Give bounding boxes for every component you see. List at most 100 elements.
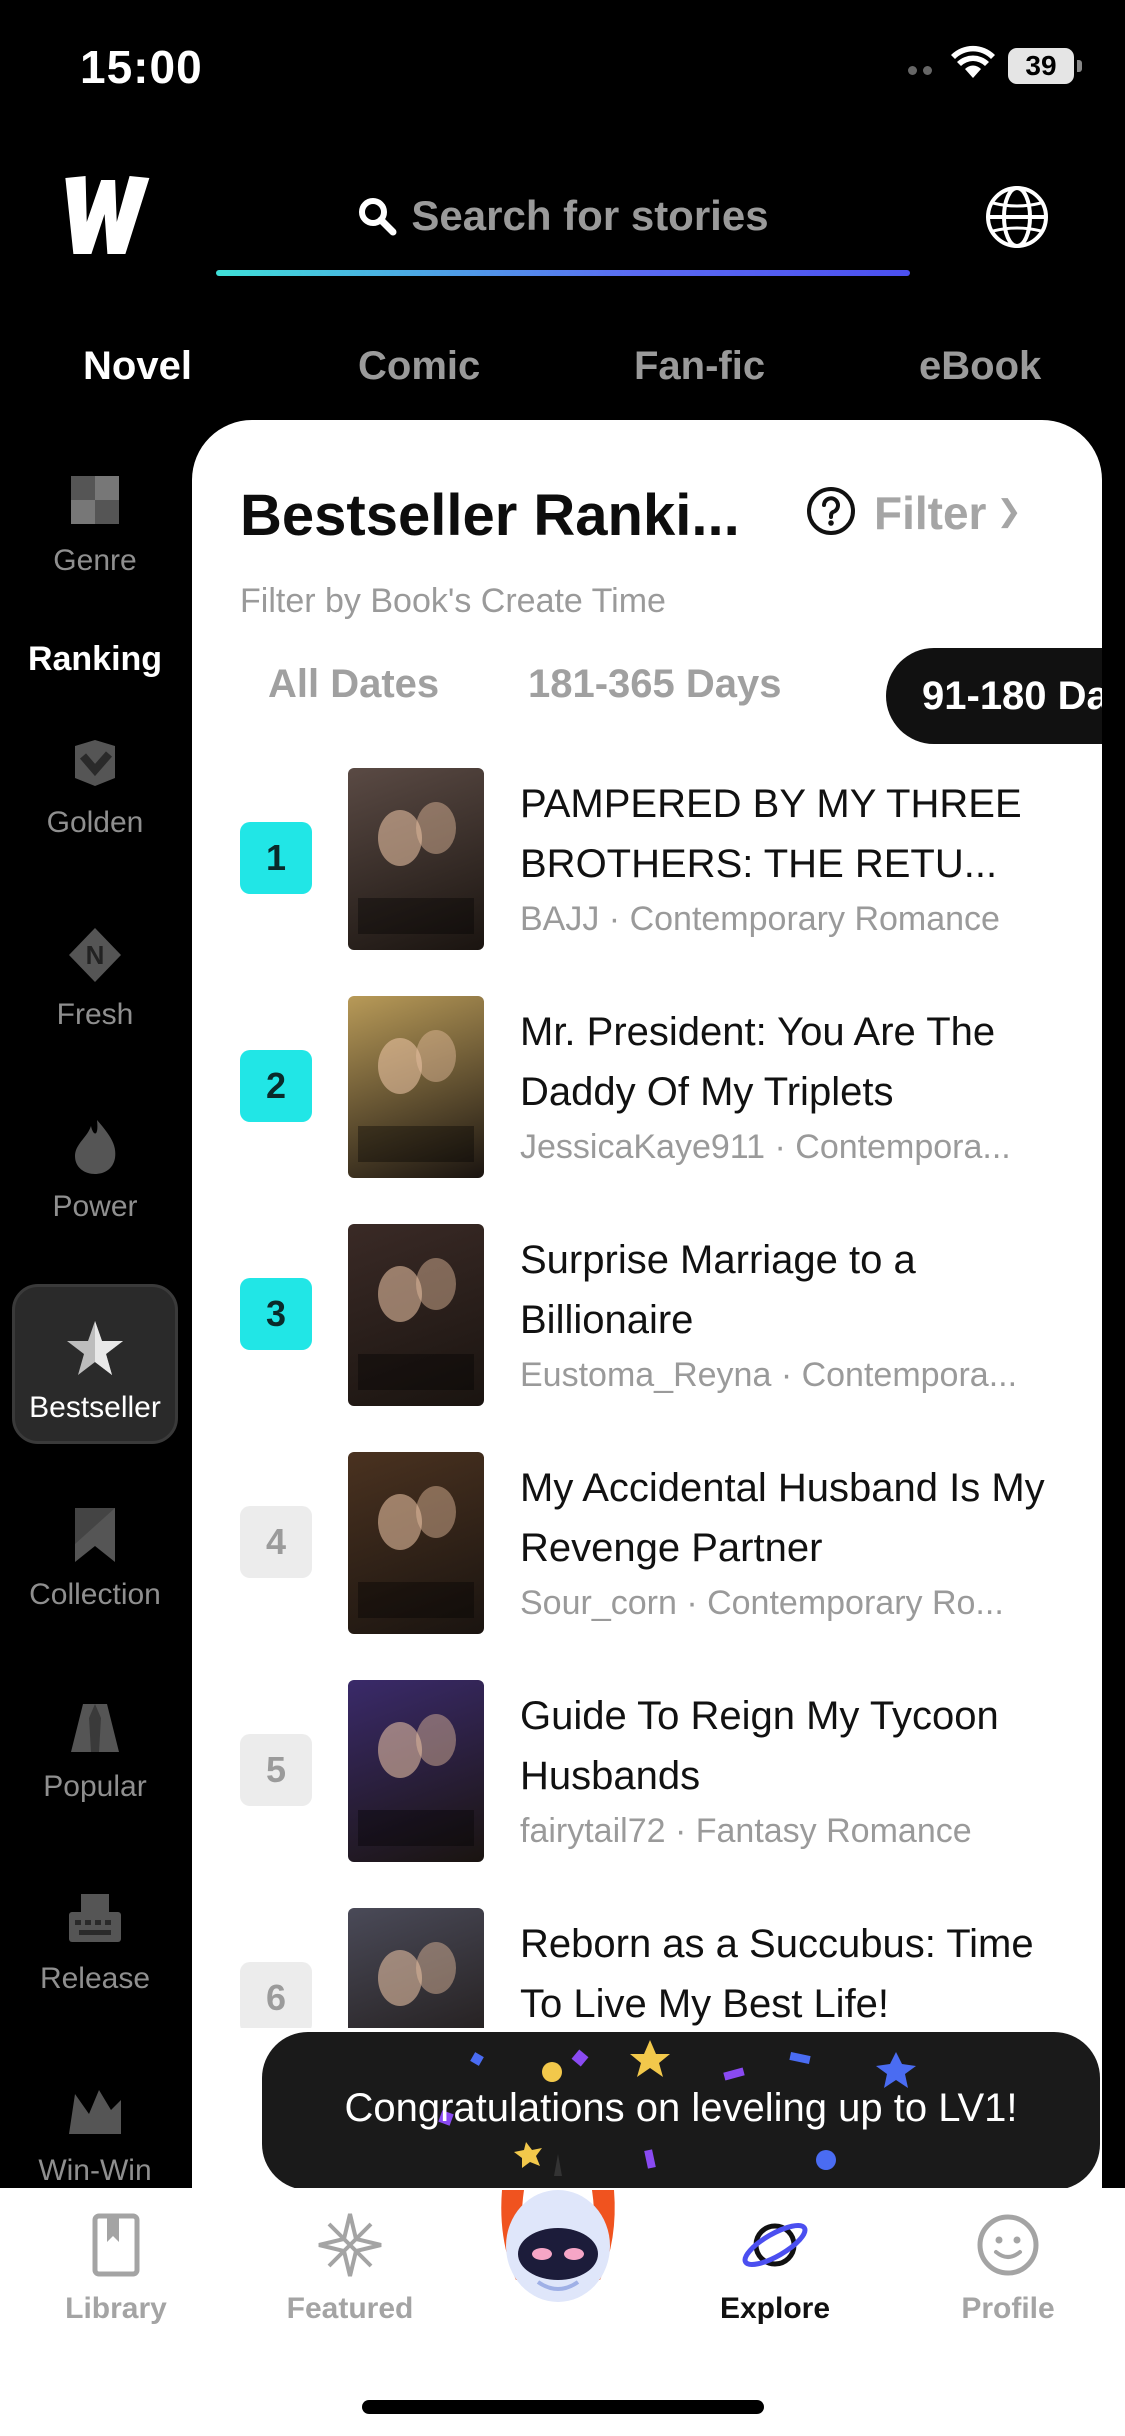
tab-all-dates[interactable]: All Dates xyxy=(268,662,439,707)
star-icon xyxy=(67,1321,123,1375)
app-logo-icon xyxy=(65,176,150,254)
meta-separator: · xyxy=(665,1812,696,1850)
search-placeholder[interactable]: Search for stories xyxy=(216,192,910,240)
nav-label: Library xyxy=(65,2292,167,2325)
battery-tip xyxy=(1077,60,1082,72)
sidebar-item-golden[interactable]: Golden xyxy=(12,702,178,862)
chevron-down-icon: ❯ xyxy=(996,495,1022,528)
flame-icon xyxy=(75,1120,116,1174)
nav-library[interactable]: Library xyxy=(26,2212,206,2326)
sidebar-item-fresh[interactable]: N Fresh xyxy=(12,894,178,1054)
popular-icon xyxy=(71,1704,119,1752)
rank-badge: 3 xyxy=(240,1278,312,1350)
book-cover[interactable] xyxy=(348,768,484,950)
date-filter-tabs: All Dates 181-365 Days 91-180 Days xyxy=(240,648,1102,744)
book-row[interactable]: 1 PAMPERED BY MY THREE BROTHERS: THE RETU… xyxy=(192,768,1102,996)
filter-button[interactable]: Filter ❯ xyxy=(874,486,1022,540)
book-title[interactable]: My Accidental Husband Is My Revenge Part… xyxy=(520,1458,1080,1578)
rank-badge: 5 xyxy=(240,1734,312,1806)
rank-badge: 4 xyxy=(240,1506,312,1578)
sidebar-item-release[interactable]: Release xyxy=(12,1858,178,2018)
book-row[interactable]: 6 Reborn as a Succubus: Time To Live My B… xyxy=(192,1908,1102,2028)
sidebar-item-label: Golden xyxy=(46,806,144,839)
nav-label: Featured xyxy=(286,2292,414,2325)
book-row[interactable]: 4 My Accidental Husband Is My Revenge Par… xyxy=(192,1452,1102,1680)
sidebar-item-label: Genre xyxy=(53,544,137,577)
toast-message: Congratulations on leveling up to LV1! xyxy=(344,2086,1018,2130)
sidebar-item-label: Release xyxy=(39,1962,151,1995)
meta-separator: · xyxy=(599,900,630,938)
filter-label: Filter xyxy=(874,487,987,539)
home-indicator xyxy=(362,2400,764,2414)
sidebar: Genre Ranking Golden N Fresh Power Bests… xyxy=(0,440,190,2180)
book-author: BAJJ xyxy=(520,900,600,938)
rank-badge: 1 xyxy=(240,822,312,894)
sidebar-item-power[interactable]: Power xyxy=(12,1086,178,1246)
book-author: fairytail72 xyxy=(520,1812,666,1850)
sidebar-item-label: Popular xyxy=(43,1770,147,1803)
book-cover[interactable] xyxy=(348,1908,484,2028)
nav-label: Explore xyxy=(719,2292,831,2325)
book-cover[interactable] xyxy=(348,996,484,1178)
category-tabs: Novel Comic Fan-fic eBook xyxy=(0,344,1125,404)
book-title[interactable]: Reborn as a Succubus: Time To Live My Be… xyxy=(520,1914,1080,2028)
golden-icon xyxy=(75,740,115,786)
crown-icon xyxy=(69,2090,121,2134)
level-up-toast[interactable]: Congratulations on leveling up to LV1! xyxy=(262,2032,1100,2210)
sidebar-item-label: Bestseller xyxy=(29,1391,161,1424)
nav-featured[interactable]: Featured xyxy=(260,2212,440,2326)
fresh-icon: N xyxy=(69,928,121,982)
search-bar[interactable]: Search for stories xyxy=(216,180,910,276)
book-author: Eustoma_Reyna xyxy=(520,1356,772,1394)
nav-label: Profile xyxy=(961,2292,1055,2325)
book-title[interactable]: Guide To Reign My Tycoon Husbands xyxy=(520,1686,1080,1806)
mascot-icon[interactable] xyxy=(488,2150,628,2320)
sidebar-item-bestseller[interactable]: Bestseller xyxy=(12,1284,178,1444)
battery-indicator: 39 xyxy=(1008,48,1074,84)
status-bar: 15:00 39 xyxy=(0,0,1125,130)
book-row[interactable]: 5 Guide To Reign My Tycoon Husbands fairyt… xyxy=(192,1680,1102,1908)
sidebar-item-win-win[interactable]: Win-Win xyxy=(12,2050,178,2180)
book-title[interactable]: Mr. President: You Are The Daddy Of My T… xyxy=(520,1002,1080,1122)
book-genre: Contemporary Ro... xyxy=(707,1584,1004,1622)
book-title[interactable]: Surprise Marriage to a Billionaire xyxy=(520,1230,1080,1350)
sidebar-item-collection[interactable]: Collection xyxy=(12,1474,178,1634)
bookmark-icon xyxy=(75,1508,115,1562)
sidebar-item-popular[interactable]: Popular xyxy=(12,1666,178,1826)
nav-profile[interactable]: Profile xyxy=(918,2212,1098,2326)
book-meta: fairytail72 · Fantasy Romance xyxy=(520,1812,1080,1851)
search-underline xyxy=(216,270,910,276)
book-meta: Sour_corn · Contemporary Ro... xyxy=(520,1584,1080,1623)
search-placeholder-text: Search for stories xyxy=(411,192,769,239)
book-meta: JessicaKaye911 · Contempora... xyxy=(520,1128,1080,1167)
tab-91-180-days[interactable]: 91-180 Days xyxy=(886,648,1102,744)
tab-181-365-days[interactable]: 181-365 Days xyxy=(528,662,782,707)
search-icon xyxy=(359,198,397,236)
meta-separator: · xyxy=(765,1128,796,1166)
tab-comic[interactable]: Comic xyxy=(358,344,480,389)
help-icon[interactable] xyxy=(806,486,856,536)
typewriter-icon xyxy=(69,1894,121,1942)
tab-ebook[interactable]: eBook xyxy=(919,344,1041,389)
tab-fan-fic[interactable]: Fan-fic xyxy=(634,344,765,389)
rank-badge: 6 xyxy=(240,1962,312,2028)
library-icon xyxy=(92,2213,140,2277)
book-cover[interactable] xyxy=(348,1680,484,1862)
book-row[interactable]: 3 Surprise Marriage to a Billionaire Eusto… xyxy=(192,1224,1102,1452)
book-author: JessicaKaye911 xyxy=(520,1128,766,1166)
book-meta: BAJJ · Contemporary Romance xyxy=(520,900,1080,939)
book-row[interactable]: 2 Mr. President: You Are The Daddy Of My … xyxy=(192,996,1102,1224)
globe-icon[interactable] xyxy=(984,184,1050,250)
book-genre: Contempora... xyxy=(801,1356,1018,1394)
book-cover[interactable] xyxy=(348,1452,484,1634)
svg-text:N: N xyxy=(86,940,105,970)
sidebar-item-label: Fresh xyxy=(56,998,134,1031)
tab-novel[interactable]: Novel xyxy=(83,344,192,389)
meta-separator: · xyxy=(771,1356,802,1394)
sidebar-item-genre[interactable]: Genre xyxy=(12,440,178,600)
book-genre: Fantasy Romance xyxy=(695,1812,972,1850)
sidebar-section-ranking: Ranking xyxy=(27,640,163,678)
book-cover[interactable] xyxy=(348,1224,484,1406)
book-title[interactable]: PAMPERED BY MY THREE BROTHERS: THE RETU.… xyxy=(520,774,1080,894)
nav-explore[interactable]: Explore xyxy=(685,2212,865,2326)
